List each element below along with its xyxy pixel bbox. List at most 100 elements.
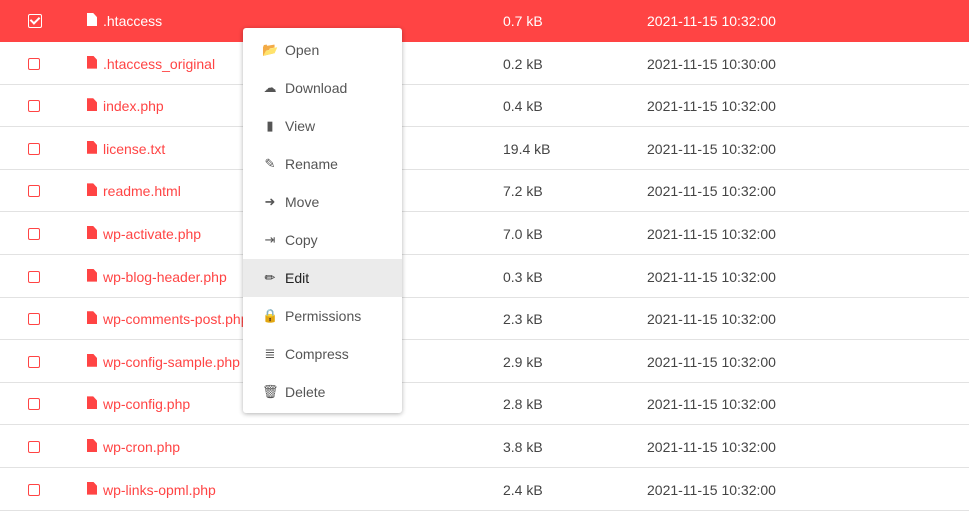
file-icon (87, 98, 97, 112)
menu-item-label: Download (285, 80, 348, 96)
menu-item-label: Compress (285, 346, 349, 362)
file-icon (87, 226, 97, 239)
file-row[interactable]: wp-config.php 2.8 kB 2021-11-15 10:32:00 (0, 383, 969, 426)
file-size: 7.2 kB (503, 183, 543, 200)
file-row[interactable]: wp-activate.php 7.0 kB 2021-11-15 10:32:… (0, 213, 969, 255)
file-icon (87, 353, 97, 367)
arrow-right-icon: ➜ (264, 194, 276, 209)
file-row[interactable]: wp-comments-post.php 2.3 kB 2021-11-15 1… (0, 298, 969, 341)
row-checkbox[interactable] (28, 313, 40, 326)
file-name[interactable]: .htaccess (103, 13, 162, 29)
lock-icon: 🔒 (262, 308, 279, 323)
pencil-icon: ✏ (264, 270, 276, 285)
file-row[interactable]: wp-blog-header.php 0.3 kB 2021-11-15 10:… (0, 256, 969, 298)
file-icon (87, 140, 97, 154)
file-row[interactable]: wp-cron.php 3.8 kB 2021-11-15 10:32:00 (0, 426, 969, 468)
file-icon (87, 311, 97, 325)
file-size: 19.4 kB (503, 140, 551, 157)
file-date: 2021-11-15 10:32:00 (647, 98, 776, 115)
row-checkbox[interactable] (28, 228, 40, 240)
file-size: 3.8 kB (503, 439, 543, 455)
file-icon (87, 13, 97, 26)
file-size: 0.2 kB (503, 55, 543, 72)
file-row[interactable]: .htaccess_original 0.2 kB 2021-11-15 10:… (0, 43, 969, 85)
file-date: 2021-11-15 10:32:00 (647, 396, 776, 413)
file-size: 2.9 kB (503, 353, 543, 370)
row-checkbox[interactable] (28, 142, 40, 155)
file-row[interactable]: readme.html 7.2 kB 2021-11-15 10:32:00 (0, 170, 969, 213)
menu-item-open[interactable]: 📂 Open (243, 31, 402, 69)
menu-item-view[interactable]: ▮ View (243, 107, 402, 145)
menu-item-label: Rename (285, 156, 338, 172)
file-row[interactable]: wp-links-opml.php 2.4 kB 2021-11-15 10:3… (0, 469, 969, 511)
file-date: 2021-11-15 10:32:00 (647, 353, 776, 370)
file-row[interactable]: license.txt 19.4 kB 2021-11-15 10:32:00 (0, 128, 969, 170)
file-date: 2021-11-15 10:32:00 (647, 226, 776, 242)
menu-item-label: Open (285, 42, 320, 58)
row-checkbox[interactable] (28, 14, 42, 28)
cloud-download-icon: ☁ (263, 80, 277, 95)
row-checkbox[interactable] (28, 100, 40, 113)
file-date: 2021-11-15 10:32:00 (647, 268, 776, 285)
file-name[interactable]: wp-comments-post.php (103, 311, 249, 327)
row-checkbox[interactable] (28, 270, 40, 283)
menu-item-compress[interactable]: ≣ Compress (243, 335, 402, 373)
file-size: 7.0 kB (503, 226, 543, 242)
file-name[interactable]: wp-links-opml.php (103, 482, 216, 498)
menu-item-delete[interactable]: 🗑 Delete (243, 373, 402, 411)
file-icon: ▮ (266, 118, 274, 133)
file-size: 2.8 kB (503, 396, 543, 413)
file-date: 2021-11-15 10:32:00 (647, 481, 776, 498)
menu-item-copy[interactable]: ⇥ Copy (243, 221, 402, 259)
trash-icon: 🗑 (262, 384, 279, 399)
file-name[interactable]: license.txt (103, 141, 165, 157)
row-checkbox[interactable] (28, 185, 40, 198)
menu-item-label: View (285, 118, 316, 134)
archive-icon: ≣ (264, 346, 276, 361)
file-date: 2021-11-15 10:32:00 (647, 183, 776, 200)
menu-item-permissions[interactable]: 🔒 Permissions (243, 297, 402, 335)
file-size: 0.7 kB (503, 13, 543, 29)
folder-open-icon: 📂 (262, 42, 279, 57)
context-menu: 📂 Open ☁ Download ▮ View ✎ Rename ➜ Move ⇥ Copy ✏ Edi… (243, 28, 402, 413)
menu-item-label: Delete (285, 384, 326, 400)
file-name[interactable]: wp-config.php (103, 396, 190, 412)
file-size: 2.4 kB (503, 481, 543, 498)
menu-item-rename[interactable]: ✎ Rename (243, 145, 402, 183)
file-date: 2021-11-15 10:30:00 (647, 55, 776, 72)
row-checkbox[interactable] (28, 57, 40, 70)
file-name[interactable]: wp-cron.php (103, 439, 180, 455)
file-date: 2021-11-15 10:32:00 (647, 140, 776, 157)
file-icon (87, 183, 97, 197)
edit-icon: ✎ (264, 156, 276, 171)
menu-item-move[interactable]: ➜ Move (243, 183, 402, 221)
file-row[interactable]: index.php 0.4 kB 2021-11-15 10:32:00 (0, 85, 969, 128)
file-name[interactable]: index.php (103, 98, 164, 114)
file-date: 2021-11-15 10:32:00 (647, 13, 776, 29)
file-size: 0.3 kB (503, 268, 543, 285)
file-name[interactable]: readme.html (103, 183, 181, 199)
file-icon (87, 439, 97, 452)
menu-item-edit[interactable]: ✏ Edit (243, 259, 402, 297)
file-row[interactable]: .htaccess 0.7 kB 2021-11-15 10:32:00 (0, 0, 969, 42)
menu-item-label: Copy (285, 232, 318, 248)
menu-item-download[interactable]: ☁ Download (243, 69, 402, 107)
row-checkbox[interactable] (28, 441, 40, 453)
file-date: 2021-11-15 10:32:00 (647, 439, 776, 455)
file-row[interactable]: wp-config-sample.php 2.9 kB 2021-11-15 1… (0, 341, 969, 383)
file-name[interactable]: wp-activate.php (103, 226, 201, 242)
menu-item-label: Permissions (285, 308, 362, 324)
file-name[interactable]: wp-config-sample.php (103, 354, 240, 370)
row-checkbox[interactable] (28, 398, 40, 411)
row-checkbox[interactable] (28, 355, 40, 368)
file-icon (87, 55, 97, 69)
file-size: 0.4 kB (503, 98, 543, 115)
file-icon (87, 396, 97, 410)
file-name[interactable]: wp-blog-header.php (103, 269, 227, 285)
row-checkbox[interactable] (28, 483, 40, 496)
file-size: 2.3 kB (503, 311, 543, 328)
copy-icon: ⇥ (264, 232, 276, 247)
file-name[interactable]: .htaccess_original (103, 56, 215, 72)
file-date: 2021-11-15 10:32:00 (647, 311, 776, 328)
menu-item-label: Edit (285, 270, 310, 286)
